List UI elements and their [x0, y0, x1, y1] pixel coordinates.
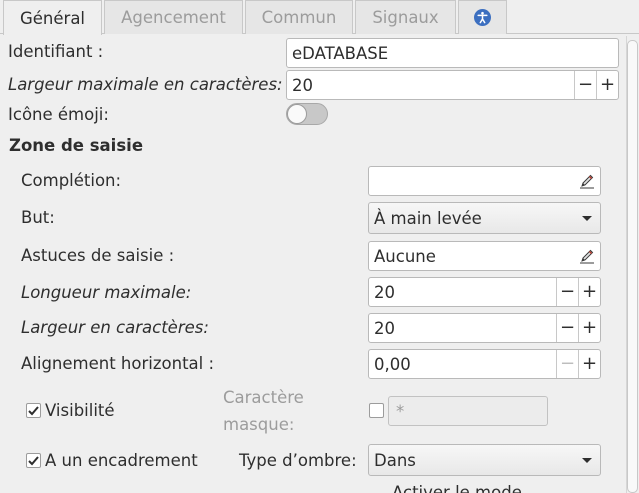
tab-bar: Général Agencement Commun Signaux [0, 0, 639, 35]
increment-button[interactable]: + [578, 350, 600, 378]
shadow-value: Dans [374, 450, 416, 470]
accessibility-icon [474, 9, 491, 26]
decrement-button[interactable]: − [556, 314, 578, 342]
hints-label: Astuces de saisie : [21, 246, 175, 265]
max-length-spin[interactable]: 20 − + [368, 277, 601, 307]
decrement-button[interactable]: − [556, 350, 578, 378]
id-field[interactable]: eDATABASE [286, 38, 619, 68]
increment-button[interactable]: + [578, 314, 600, 342]
mask-char-label-line2: masque: [223, 415, 295, 434]
width-chars-value: 20 [374, 318, 395, 338]
pencil-icon[interactable] [574, 167, 600, 195]
increment-button[interactable]: + [578, 278, 600, 306]
visibility-label: Visibilité [45, 401, 115, 420]
purpose-value: À main levée [374, 208, 482, 228]
tab-accessibility[interactable] [458, 0, 507, 34]
purpose-label: But: [21, 208, 55, 227]
shadow-label: Type d’ombre: [239, 451, 357, 470]
tab-label: Signaux [372, 8, 439, 27]
xalign-spin[interactable]: 0,00 − + [368, 349, 601, 379]
mask-char-checkbox[interactable] [369, 403, 384, 418]
width-chars-label: Largeur en caractères: [21, 318, 209, 337]
max-length-value: 20 [374, 282, 395, 302]
partial-label: Activer le mode [392, 483, 522, 493]
id-value: eDATABASE [292, 43, 389, 63]
emoji-label: Icône émoji: [8, 105, 109, 124]
mask-char-field[interactable]: * [388, 396, 548, 426]
shadow-dropdown[interactable]: Dans [368, 444, 601, 476]
mask-char-value: * [396, 401, 405, 421]
checkmark-icon [28, 456, 39, 466]
hints-value: Aucune [374, 246, 436, 266]
max-length-label: Longueur maximale: [21, 283, 192, 302]
max-width-value: 20 [292, 75, 313, 95]
mask-char-label: Caractère [223, 388, 304, 407]
checkmark-icon [28, 406, 39, 416]
max-width-spin[interactable]: 20 − + [286, 70, 619, 100]
chevron-down-icon [582, 215, 592, 221]
tab-layout[interactable]: Agencement [104, 0, 243, 34]
tab-general[interactable]: Général [3, 0, 102, 35]
tab-label: Agencement [121, 8, 226, 27]
tab-common[interactable]: Commun [245, 0, 353, 34]
tab-signals[interactable]: Signaux [355, 0, 456, 34]
completion-label: Complétion: [21, 171, 122, 190]
chevron-down-icon [582, 457, 592, 463]
emoji-toggle[interactable] [286, 103, 328, 125]
id-label: Identifiant : [8, 42, 104, 61]
visibility-checkbox[interactable] [26, 403, 41, 418]
frame-label: A un encadrement [45, 451, 198, 470]
max-width-label: Largeur maximale en caractères: [8, 75, 283, 94]
scrollbar-thumb[interactable] [627, 40, 638, 493]
xalign-value: 0,00 [374, 354, 411, 374]
completion-field[interactable] [368, 166, 601, 196]
tab-label: Commun [261, 8, 337, 27]
frame-checkbox[interactable] [26, 453, 41, 468]
decrement-button[interactable]: − [556, 278, 578, 306]
increment-button[interactable]: + [596, 71, 618, 99]
tab-label: Général [19, 8, 86, 28]
purpose-dropdown[interactable]: À main levée [368, 202, 601, 234]
pencil-icon[interactable] [574, 242, 600, 270]
hints-field[interactable]: Aucune [368, 241, 601, 271]
toggle-knob [287, 104, 307, 124]
decrement-button[interactable]: − [574, 71, 596, 99]
width-chars-spin[interactable]: 20 − + [368, 313, 601, 343]
section-title: Zone de saisie [9, 136, 144, 155]
xalign-label: Alignement horizontal : [21, 354, 215, 373]
